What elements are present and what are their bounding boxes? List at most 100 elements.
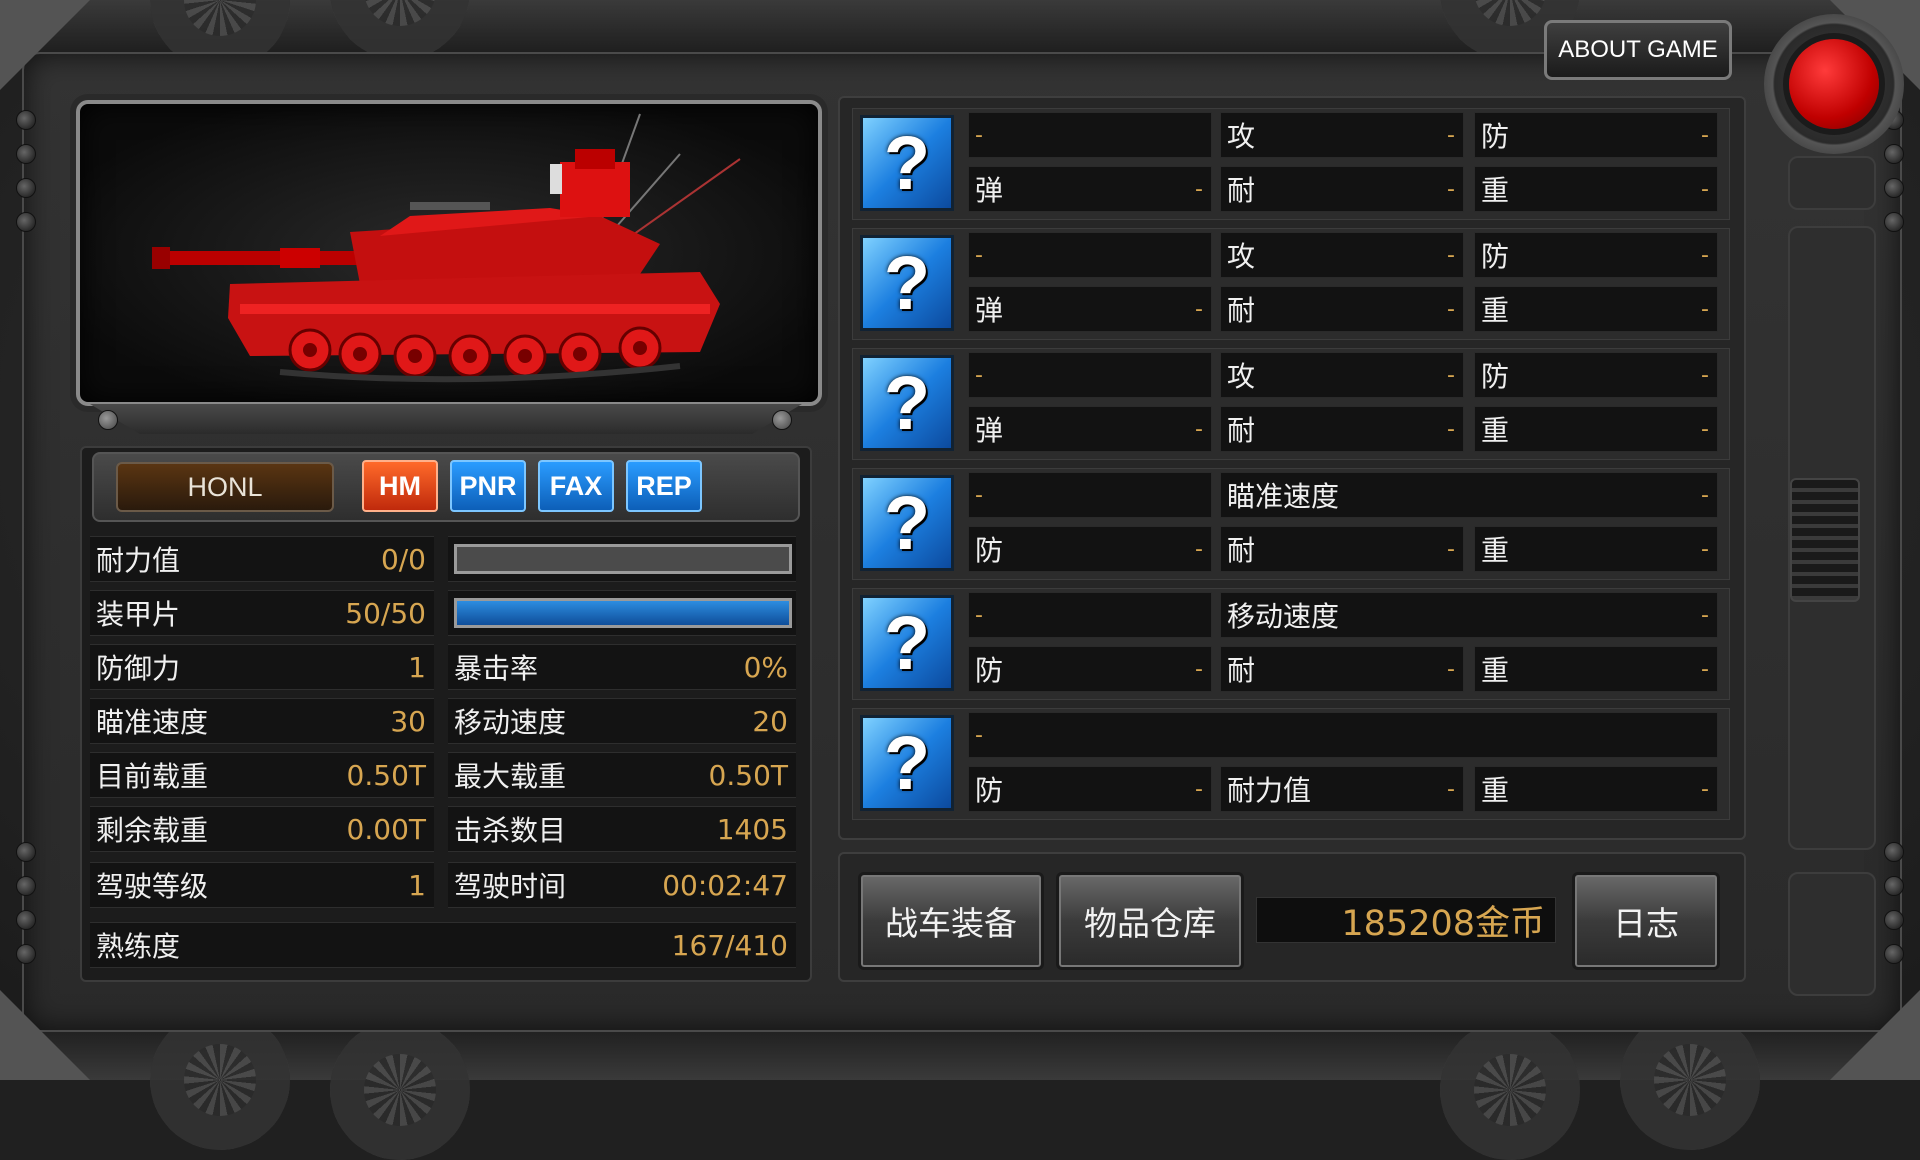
tag-pnr-button[interactable]: PNR: [450, 460, 526, 512]
unknown-item-icon[interactable]: ?: [860, 235, 954, 331]
cell-value: -: [1195, 536, 1203, 562]
item-stat-1: 防-: [968, 646, 1212, 692]
cell-value: -: [1447, 122, 1455, 148]
tank-display: [76, 100, 822, 406]
tank-name-tag[interactable]: HONL: [116, 462, 334, 512]
stat-row-right: 最大载重 0.50T: [448, 752, 796, 798]
stat-label: 目前载重: [96, 760, 209, 793]
stat-value: 20: [752, 704, 788, 738]
cell-key: 防: [1481, 120, 1510, 153]
cell-key: 重: [1481, 654, 1510, 687]
stat-label: 剩余载重: [96, 814, 209, 847]
cell-key: 防: [1481, 240, 1510, 273]
unknown-item-icon[interactable]: ?: [860, 115, 954, 211]
item-stat-1: 弹-: [968, 406, 1212, 452]
cell-value: -: [1195, 776, 1203, 802]
item-name: -: [968, 712, 1718, 758]
item-stat-3: 重-: [1474, 286, 1718, 332]
item-name: -: [968, 352, 1212, 398]
cell-value: -: [1701, 602, 1709, 628]
stat-row-left: 驾驶等级 1: [90, 862, 434, 908]
cell-value: -: [975, 362, 983, 388]
item-stat-3: 重-: [1474, 766, 1718, 812]
stat-value: 50/50: [345, 596, 426, 630]
stat-value: 1: [408, 868, 426, 902]
stat-label: 驾驶时间: [454, 870, 567, 903]
rivet-column: [16, 842, 36, 964]
gear-decoration: [1440, 1020, 1580, 1160]
item-name: -: [968, 592, 1212, 638]
item-name: -: [968, 232, 1212, 278]
cell-value: -: [1447, 536, 1455, 562]
item-stat-defense: 防-: [1474, 112, 1718, 158]
cell-value: -: [1701, 176, 1709, 202]
stat-armor: 装甲片 50/50: [90, 590, 434, 636]
unknown-item-icon[interactable]: ?: [860, 475, 954, 571]
warehouse-button[interactable]: 物品仓库: [1056, 872, 1244, 970]
cell-value: -: [1701, 242, 1709, 268]
item-stat-3: 重-: [1474, 526, 1718, 572]
stat-label: 防御力: [96, 652, 181, 685]
cell-value: -: [975, 122, 983, 148]
stat-value: 0%: [743, 650, 788, 684]
tag-hm-button[interactable]: HM: [362, 460, 438, 512]
cell-key: 耐: [1227, 294, 1256, 327]
stat-label: 装甲片: [96, 598, 181, 631]
item-stat-1: 防-: [968, 526, 1212, 572]
cell-key: 攻: [1227, 240, 1256, 273]
tag-fax-button[interactable]: FAX: [538, 460, 614, 512]
stat-proficiency: 熟练度 167/410: [90, 922, 796, 968]
cell-value: -: [1447, 776, 1455, 802]
item-stat-2: 耐-: [1220, 646, 1464, 692]
unknown-item-icon[interactable]: ?: [860, 355, 954, 451]
red-round-button[interactable]: [1764, 14, 1904, 154]
item-stat-defense: 防-: [1474, 232, 1718, 278]
cell-value: -: [1447, 416, 1455, 442]
gold-counter: 185208金币: [1256, 897, 1556, 944]
tag-rep-button[interactable]: REP: [626, 460, 702, 512]
cell-key: 弹: [975, 174, 1004, 207]
item-stat-2: 耐-: [1220, 406, 1464, 452]
cell-value: -: [1701, 362, 1709, 388]
unknown-item-icon[interactable]: ?: [860, 595, 954, 691]
item-stat-2: 耐力值 -: [1220, 766, 1464, 812]
cell-value: -: [1447, 176, 1455, 202]
armor-bar: [454, 598, 792, 628]
cell-value: -: [1701, 416, 1709, 442]
stat-value: 00:02:47: [662, 868, 788, 902]
cell-value: -: [975, 602, 983, 628]
cell-value: -: [1701, 536, 1709, 562]
about-game-button[interactable]: ABOUT GAME: [1544, 20, 1732, 80]
cell-value: -: [1701, 296, 1709, 322]
gear-decoration: [330, 1020, 470, 1160]
cell-key: 重: [1481, 414, 1510, 447]
cell-key: 耐: [1227, 174, 1256, 207]
base-knob: [772, 410, 792, 430]
item-stat-1: 弹-: [968, 286, 1212, 332]
stat-label: 最大载重: [454, 760, 567, 793]
log-button[interactable]: 日志: [1572, 872, 1720, 970]
red-button-core: [1789, 39, 1879, 129]
stat-row-left: 剩余载重 0.00T: [90, 806, 434, 852]
cell-key: 移动速度: [1227, 600, 1340, 633]
stat-row-left: 防御力 1: [90, 644, 434, 690]
stat-label: 击杀数目: [454, 814, 567, 847]
stat-value: 30: [390, 704, 426, 738]
stat-value: 0/0: [380, 542, 426, 576]
stat-row-right: 暴击率 0%: [448, 644, 796, 690]
tank-image: [152, 113, 741, 383]
item-name: -: [968, 112, 1212, 158]
cell-value: -: [975, 482, 983, 508]
item-stat-2: 耐-: [1220, 166, 1464, 212]
item-stat-wide: 移动速度 -: [1220, 592, 1718, 638]
stat-value: 1: [408, 650, 426, 684]
item-stat-3: 重-: [1474, 166, 1718, 212]
item-stat-attack: 攻-: [1220, 232, 1464, 278]
item-stat-2: 耐-: [1220, 526, 1464, 572]
cell-key: 防: [975, 534, 1004, 567]
vehicle-equipment-button[interactable]: 战车装备: [858, 872, 1044, 970]
unknown-item-icon[interactable]: ?: [860, 715, 954, 811]
stat-value: 0.50T: [346, 758, 426, 792]
cell-key: 耐力值: [1227, 774, 1312, 807]
item-stat-2: 耐-: [1220, 286, 1464, 332]
